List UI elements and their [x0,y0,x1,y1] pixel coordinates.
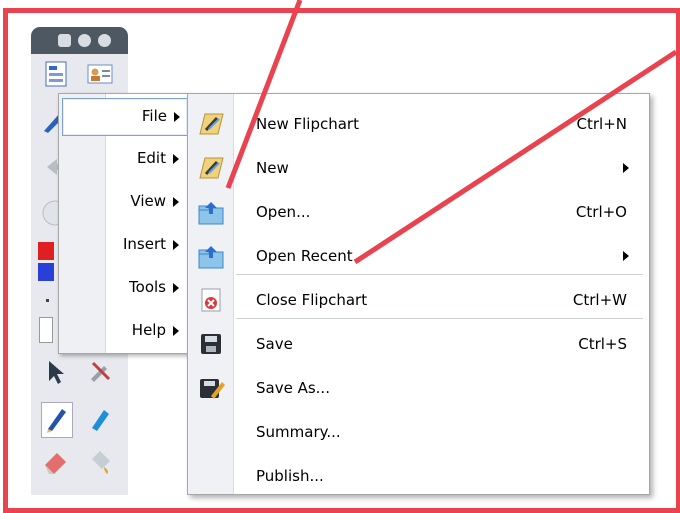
annotation-line-open-recent [353,49,678,265]
annotation-line-open [225,0,303,189]
annotation-overlay [225,0,678,265]
